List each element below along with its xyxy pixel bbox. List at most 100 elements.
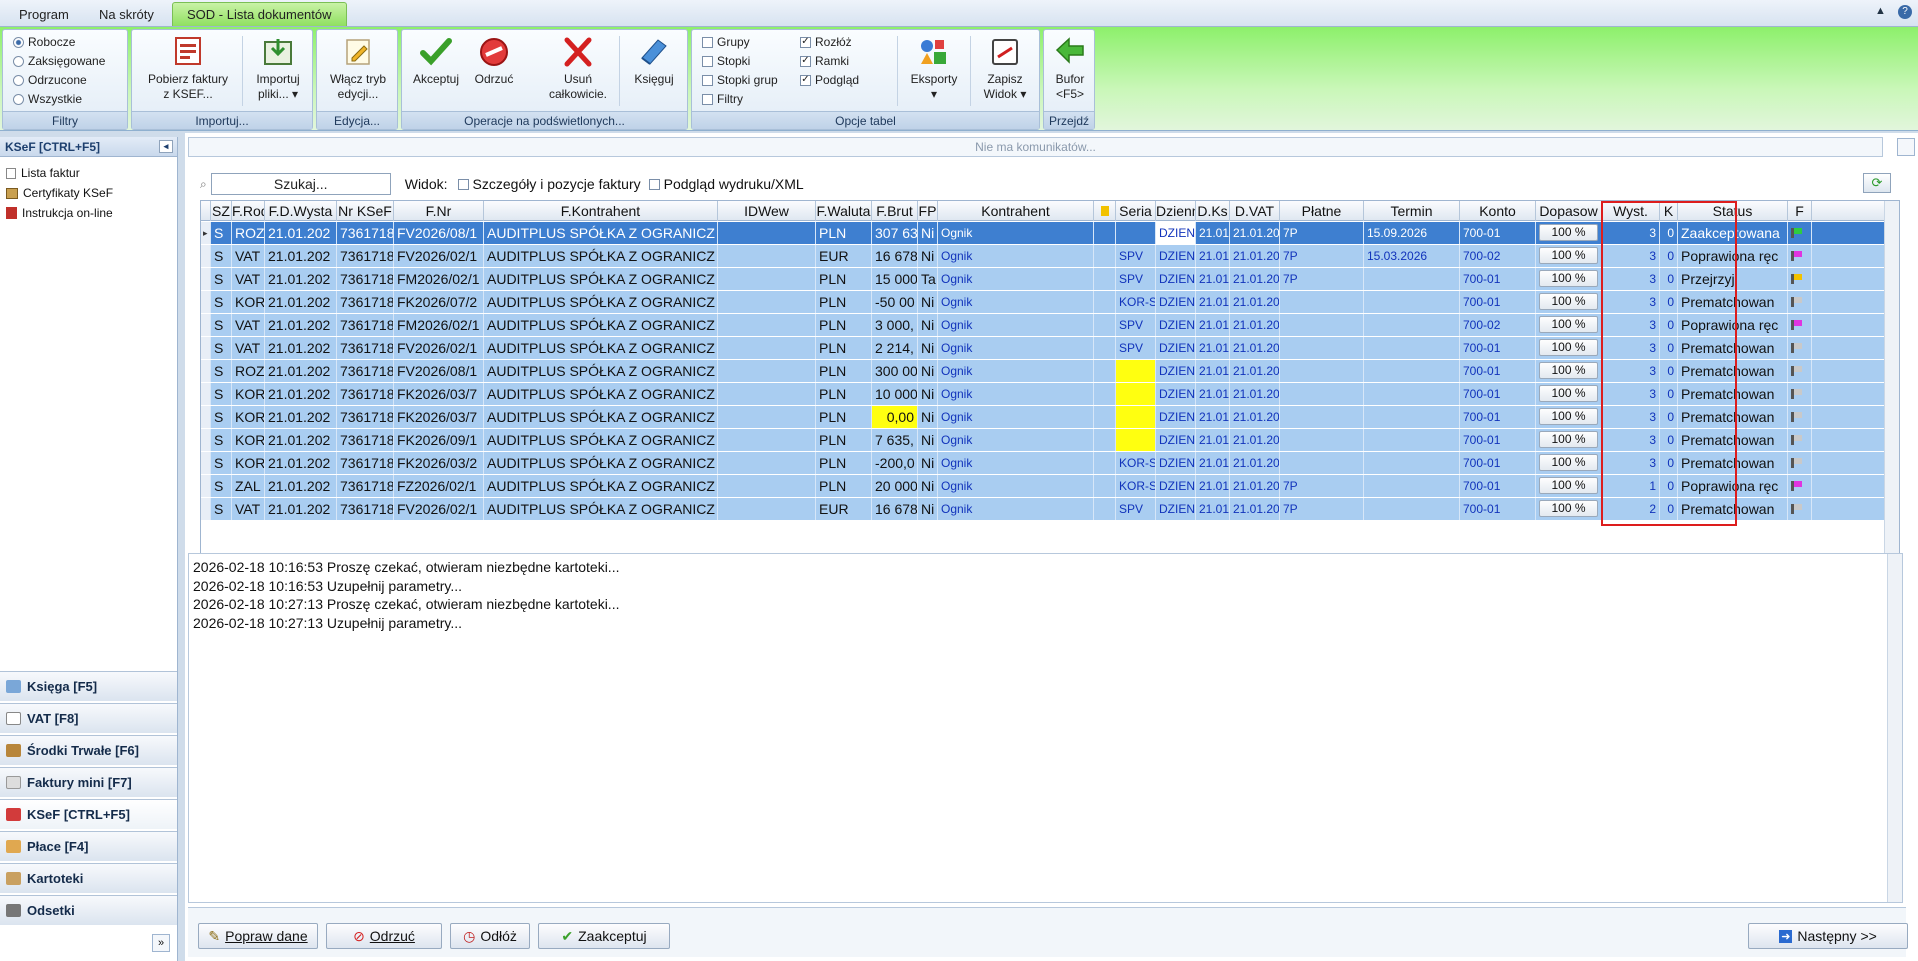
column-header[interactable]: SZ — [211, 201, 232, 221]
match-percent-button[interactable]: 100 % — [1539, 270, 1598, 287]
refresh-icon[interactable]: ⟳ — [1863, 173, 1891, 193]
help-icon[interactable]: ? — [1898, 5, 1912, 19]
grid-cell — [1280, 360, 1364, 382]
column-header[interactable]: F.Nr — [394, 201, 484, 221]
column-header[interactable]: Nr KSeF — [337, 201, 394, 221]
column-header[interactable]: Seria — [1116, 201, 1156, 221]
popraw-dane-button[interactable]: ✎ Popraw dane — [198, 923, 318, 949]
match-percent-button[interactable]: 100 % — [1539, 224, 1598, 241]
collapse-panel-icon[interactable]: ◂ — [159, 140, 173, 153]
minimize-ribbon-icon[interactable]: ▲ — [1875, 5, 1886, 17]
grid-cell: Ognik — [938, 314, 1094, 336]
grid-cell: 16 678 — [872, 498, 918, 520]
grid-cell: -50 00 — [872, 291, 918, 313]
column-header[interactable]: F.Brut — [872, 201, 918, 221]
zaakceptuj-button[interactable]: ✔ Zaakceptuj — [538, 923, 670, 949]
nav-faktury-mini[interactable]: Faktury mini [F7] — [0, 767, 177, 797]
filter-robocze[interactable]: Robocze — [13, 35, 75, 49]
grid-cell: 2 214, — [872, 337, 918, 359]
column-header[interactable]: D.VAT — [1230, 201, 1280, 221]
nav-odsetki[interactable]: Odsetki — [0, 895, 177, 925]
filter-zaksiegowane[interactable]: Zaksięgowane — [13, 54, 105, 68]
tab-program[interactable]: Program — [4, 2, 84, 26]
opt-grupy[interactable]: Grupy — [702, 35, 750, 49]
flag-icon — [1788, 498, 1812, 520]
match-percent-button[interactable]: 100 % — [1539, 339, 1598, 356]
opt-stopki[interactable]: Stopki — [702, 54, 750, 68]
expand-nav-icon[interactable]: » — [152, 934, 170, 952]
search-input[interactable]: Szukaj... — [210, 173, 391, 195]
column-header[interactable]: F.Rod — [232, 201, 265, 221]
grid-cell: VAT — [232, 245, 265, 267]
odrzuc-button[interactable]: Odrzuć — [466, 36, 522, 87]
grid-cell: -200,0 — [872, 452, 918, 474]
column-header[interactable]: Dzienn — [1156, 201, 1196, 221]
details-checkbox[interactable] — [457, 178, 469, 190]
importuj-pliki-button[interactable]: Importuj pliki... ▾ — [246, 36, 310, 102]
match-percent-button[interactable]: 100 % — [1539, 500, 1598, 517]
nav-srodki-trwale[interactable]: Środki Trwałe [F6] — [0, 735, 177, 765]
layout-toggle-icon[interactable] — [1897, 138, 1915, 156]
column-header[interactable]: Termin — [1364, 201, 1460, 221]
match-percent-button[interactable]: 100 % — [1539, 477, 1598, 494]
column-header[interactable]: F.D.Wysta — [265, 201, 337, 221]
pobierz-faktury-button[interactable]: Pobierz faktury z KSEF... — [138, 36, 238, 102]
match-percent-button[interactable]: 100 % — [1539, 385, 1598, 402]
match-percent-button[interactable]: 100 % — [1539, 293, 1598, 310]
opt-rozloz[interactable]: ✓ Rozłóż — [800, 35, 852, 49]
preview-checkbox[interactable] — [648, 178, 660, 190]
flag-column-header[interactable] — [1094, 201, 1116, 221]
filter-wszystkie[interactable]: Wszystkie — [13, 92, 82, 106]
match-percent-button[interactable]: 100 % — [1539, 408, 1598, 425]
log-scrollbar[interactable] — [1887, 554, 1902, 902]
column-header[interactable] — [201, 201, 211, 221]
opt-ramki[interactable]: ✓ Ramki — [800, 54, 849, 68]
match-percent-button[interactable]: 100 % — [1539, 247, 1598, 264]
opt-stopki-grup[interactable]: Stopki grup — [702, 73, 778, 87]
column-header[interactable]: F.Waluta — [816, 201, 872, 221]
match-percent-button[interactable]: 100 % — [1539, 362, 1598, 379]
opt-filtry[interactable]: Filtry — [702, 92, 743, 106]
ksieguj-button[interactable]: Księguj — [624, 36, 684, 87]
column-header[interactable]: D.Ks — [1196, 201, 1230, 221]
nav-kartoteki[interactable]: Kartoteki — [0, 863, 177, 893]
grid-cell: DZIENN — [1156, 383, 1196, 405]
match-percent-button[interactable]: 100 % — [1539, 316, 1598, 333]
wlacz-edycje-button[interactable]: Włącz tryb edycji... — [321, 36, 395, 102]
left-item-certyfikaty[interactable]: Certyfikaty KSeF — [0, 183, 177, 203]
nastepny-button[interactable]: ➜ Następny >> — [1748, 923, 1908, 949]
left-item-lista-faktur[interactable]: Lista faktur — [0, 163, 177, 183]
match-percent-button[interactable]: 100 % — [1539, 431, 1598, 448]
nav-place[interactable]: Płace [F4] — [0, 831, 177, 861]
eksporty-button[interactable]: Eksporty ▾ — [902, 36, 966, 102]
akceptuj-button[interactable]: Akceptuj — [408, 36, 464, 87]
column-header[interactable]: Dopasow — [1536, 201, 1602, 221]
nav-vat[interactable]: VAT [F8] — [0, 703, 177, 733]
column-header[interactable]: Konto — [1460, 201, 1536, 221]
column-header[interactable]: Kontrahent — [938, 201, 1094, 221]
column-header[interactable]: FP — [918, 201, 938, 221]
grid-cell: DZIENN — [1156, 406, 1196, 428]
filter-odrzucone[interactable]: Odrzucone — [13, 73, 87, 87]
tab-sod-lista[interactable]: SOD - Lista dokumentów — [172, 2, 347, 26]
tab-na-skroty[interactable]: Na skróty — [84, 2, 169, 26]
payroll-icon — [6, 840, 21, 853]
grid-cell — [1094, 360, 1116, 382]
nav-ksiega[interactable]: Księga [F5] — [0, 671, 177, 701]
bufor-button[interactable]: Bufor <F5> — [1046, 36, 1094, 102]
edit-group: Włącz tryb edycji... Edycja... — [316, 29, 398, 130]
column-header[interactable]: F.Kontrahent — [484, 201, 718, 221]
match-percent-button[interactable]: 100 % — [1539, 454, 1598, 471]
zapisz-widok-button[interactable]: Zapisz Widok ▾ — [974, 36, 1036, 102]
opt-podglad[interactable]: ✓ Podgląd — [800, 73, 859, 87]
usun-calkowicie-button[interactable]: Usuń całkowicie. — [546, 36, 610, 102]
column-header[interactable]: IDWew — [718, 201, 816, 221]
flag-icon — [1788, 360, 1812, 382]
odrzuc-action-button[interactable]: ⊘ Odrzuć — [326, 923, 442, 949]
nav-ksef[interactable]: KSeF [CTRL+F5] — [0, 799, 177, 829]
grid-cell: SPV — [1116, 245, 1156, 267]
left-item-instrukcja[interactable]: Instrukcja on-line — [0, 203, 177, 223]
column-header[interactable]: F — [1788, 201, 1812, 221]
odloz-button[interactable]: ◷ Odłóż — [450, 923, 530, 949]
column-header[interactable]: Płatne — [1280, 201, 1364, 221]
